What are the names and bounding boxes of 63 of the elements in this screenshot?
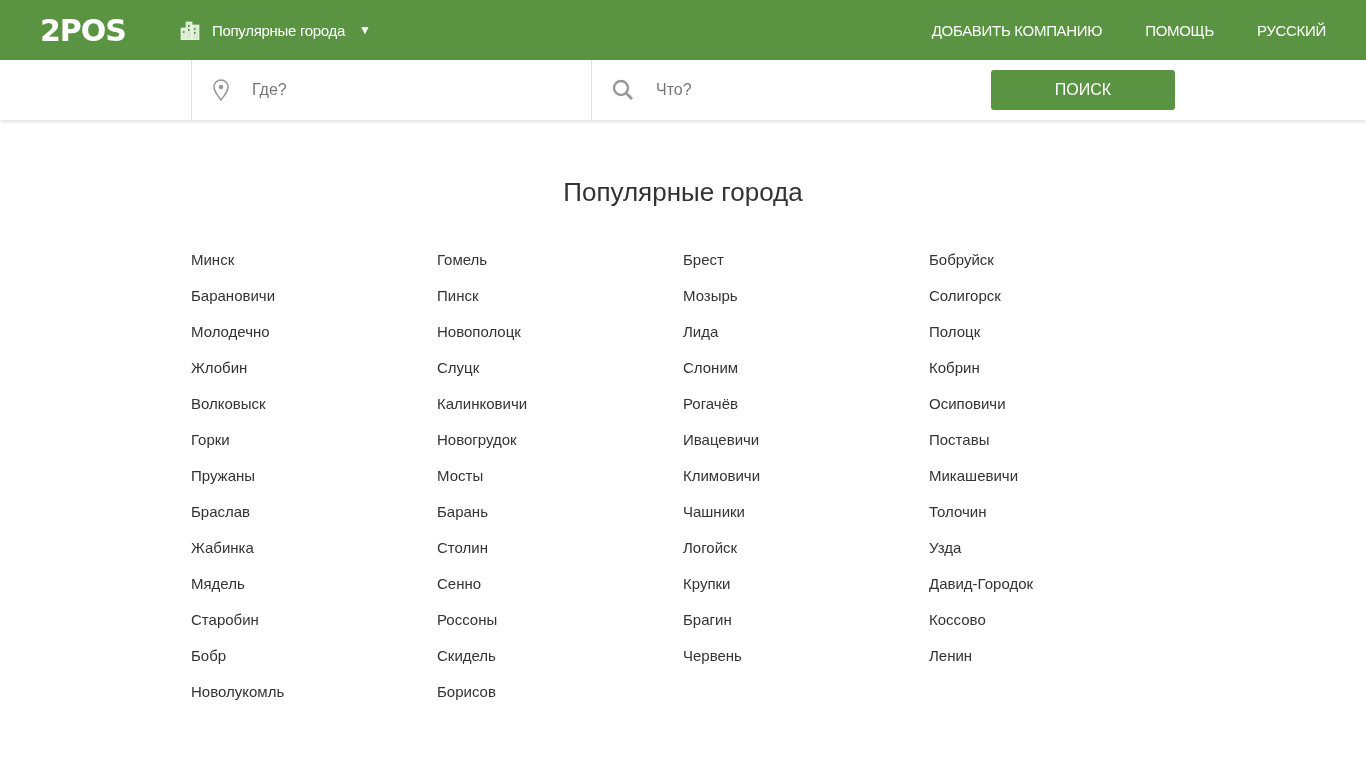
city-link[interactable]: Брагин bbox=[683, 610, 732, 646]
city-link[interactable]: Мядель bbox=[191, 574, 245, 610]
search-button[interactable]: ПОИСК bbox=[991, 70, 1175, 110]
city-link[interactable]: Сенно bbox=[437, 574, 482, 610]
city-link[interactable]: Бобруйск bbox=[929, 250, 994, 286]
city-link[interactable]: Гомель bbox=[437, 250, 488, 286]
city-link[interactable]: Ивацевичи bbox=[683, 430, 760, 466]
city-link[interactable]: Коссово bbox=[929, 610, 986, 646]
city-link[interactable]: Чашники bbox=[683, 502, 745, 538]
city-link[interactable]: Давид-Городок bbox=[929, 574, 1034, 610]
city-link[interactable]: Микашевичи bbox=[929, 466, 1019, 502]
city-link[interactable]: Столин bbox=[437, 538, 488, 574]
city-link[interactable]: Полоцк bbox=[929, 322, 981, 358]
location-pin-icon bbox=[212, 79, 230, 101]
city-link[interactable]: Рогачёв bbox=[683, 394, 738, 430]
city-link[interactable]: Узда bbox=[929, 538, 962, 574]
city-link[interactable]: Новогрудок bbox=[437, 430, 517, 466]
city-link[interactable]: Бобр bbox=[191, 646, 227, 682]
city-link[interactable]: Новополоцк bbox=[437, 322, 521, 358]
city-link[interactable]: Мозырь bbox=[683, 286, 738, 322]
city-link[interactable]: Ленин bbox=[929, 646, 973, 682]
buildings-icon bbox=[180, 20, 200, 40]
city-link[interactable]: Калинковичи bbox=[437, 394, 528, 430]
city-link[interactable]: Новолукомль bbox=[191, 682, 285, 718]
city-link[interactable]: Скидель bbox=[437, 646, 496, 682]
city-link[interactable]: Россоны bbox=[437, 610, 498, 646]
city-link[interactable]: Старобин bbox=[191, 610, 259, 646]
city-link[interactable]: Горки bbox=[191, 430, 230, 466]
search-field[interactable]: Что? bbox=[654, 80, 958, 100]
city-link[interactable]: Волковыск bbox=[191, 394, 266, 430]
city-link[interactable]: Браслав bbox=[191, 502, 251, 538]
city-link[interactable]: Барань bbox=[437, 502, 488, 538]
city-link[interactable]: Климовичи bbox=[683, 466, 761, 502]
city-link[interactable]: Поставы bbox=[929, 430, 990, 466]
city-link[interactable]: Борисов bbox=[437, 682, 496, 718]
city-link[interactable]: Брест bbox=[683, 250, 724, 286]
search-icon bbox=[612, 79, 634, 101]
city-link[interactable]: Жлобин bbox=[191, 358, 248, 394]
city-link[interactable]: Кобрин bbox=[929, 358, 980, 394]
city-link[interactable]: Логойск bbox=[683, 538, 738, 574]
city-link[interactable]: Слуцк bbox=[437, 358, 480, 394]
logo[interactable]: 2POS bbox=[40, 12, 180, 48]
nav-link[interactable]: ПОМОЩЬ bbox=[1145, 21, 1214, 39]
city-link[interactable]: Лида bbox=[683, 322, 719, 358]
city-link[interactable]: Солигорск bbox=[929, 286, 1001, 322]
nav-link[interactable]: РУССКИЙ bbox=[1256, 21, 1326, 39]
city-link[interactable]: Пружаны bbox=[191, 466, 256, 502]
city-link[interactable]: Пинск bbox=[437, 286, 479, 322]
caret-icon[interactable]: ▼ bbox=[359, 23, 371, 37]
city-link[interactable]: Слоним bbox=[683, 358, 739, 394]
section-title: Популярные города bbox=[562, 177, 804, 208]
city-link[interactable]: Минск bbox=[191, 250, 235, 286]
city-link[interactable]: Мосты bbox=[437, 466, 484, 502]
city-link[interactable]: Червень bbox=[683, 646, 742, 682]
nav-link[interactable]: ДОБАВИТЬ КОМПАНИЮ bbox=[931, 21, 1103, 39]
city-link[interactable]: Жабинка bbox=[191, 538, 254, 574]
city-menu[interactable]: Популярные города bbox=[212, 21, 346, 39]
city-link[interactable]: Молодечно bbox=[191, 322, 270, 358]
city-link[interactable]: Барановичи bbox=[191, 286, 276, 322]
city-link[interactable]: Крупки bbox=[683, 574, 731, 610]
city-link[interactable]: Осиповичи bbox=[929, 394, 1006, 430]
location-field[interactable]: Где? bbox=[250, 80, 554, 100]
city-link[interactable]: Толочин bbox=[929, 502, 987, 538]
